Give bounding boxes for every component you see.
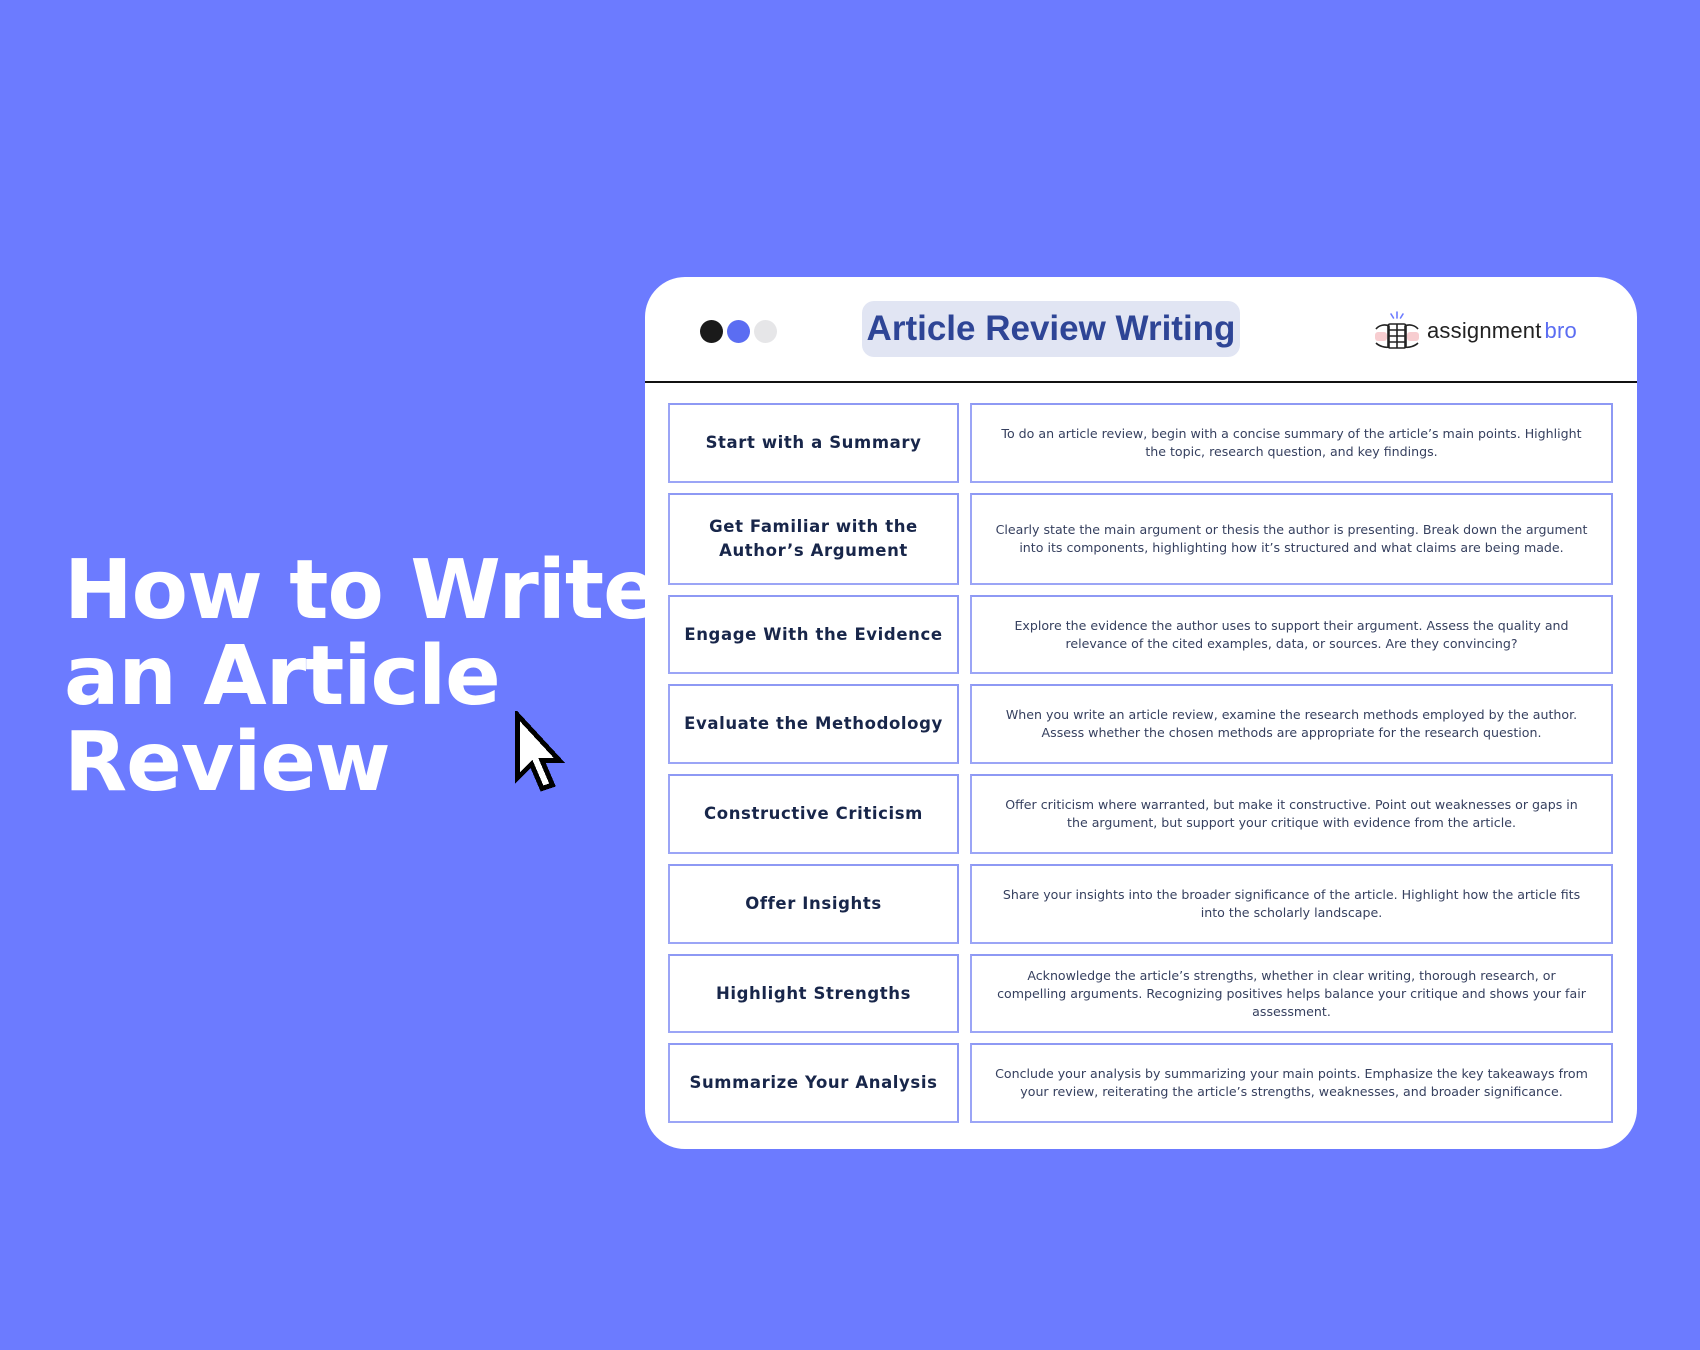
step-row: Get Familiar with the Author’s Argument … [668, 493, 1613, 585]
step-title: Evaluate the Methodology [684, 714, 943, 733]
step-title-cell: Highlight Strengths [668, 954, 959, 1033]
step-description-cell: Conclude your analysis by summarizing yo… [970, 1043, 1613, 1123]
step-title: Start with a Summary [705, 433, 922, 452]
step-description: Conclude your analysis by summarizing yo… [995, 1066, 1588, 1099]
step-title-cell: Engage With the Evidence [668, 595, 959, 674]
step-row: Engage With the Evidence Explore the evi… [668, 595, 1613, 674]
step-description-cell: To do an article review, begin with a co… [970, 403, 1613, 483]
brand-logo: assignment bro [1373, 311, 1577, 351]
step-row: Evaluate the Methodology When you write … [668, 684, 1613, 764]
step-description-cell: Explore the evidence the author uses to … [970, 595, 1613, 674]
step-description-cell: Offer criticism where warranted, but mak… [970, 774, 1613, 854]
fist-bump-icon [1375, 311, 1419, 349]
step-row: Summarize Your Analysis Conclude your an… [668, 1043, 1613, 1123]
window-dot-blue [727, 320, 750, 343]
step-row: Offer Insights Share your insights into … [668, 864, 1613, 944]
window-dot-grey [754, 320, 777, 343]
step-description: When you write an article review, examin… [1005, 707, 1578, 740]
logo-wordmark: assignment bro [1427, 318, 1577, 343]
step-description: Offer criticism where warranted, but mak… [1005, 797, 1578, 830]
step-description-cell: Clearly state the main argument or thesi… [970, 493, 1613, 585]
step-title-cell: Start with a Summary [668, 403, 959, 483]
hero-title: How to Write an Article Review [64, 548, 664, 806]
step-title: Offer Insights [745, 894, 882, 913]
hero-title-line: How to Write [64, 543, 659, 638]
step-description: Acknowledge the article’s strengths, whe… [997, 967, 1586, 1019]
step-title-cell: Offer Insights [668, 864, 959, 944]
card-title: Article Review Writing [862, 301, 1240, 357]
step-description: Explore the evidence the author uses to … [1014, 617, 1569, 651]
step-description: To do an article review, begin with a co… [1001, 426, 1582, 459]
window-dot-black [700, 320, 723, 343]
step-title-cell: Get Familiar with the Author’s Argument [668, 493, 959, 585]
step-title-cell: Summarize Your Analysis [668, 1043, 959, 1123]
step-title: Summarize Your Analysis [689, 1073, 938, 1092]
hero-title-line: Review [64, 715, 391, 810]
step-description-cell: Acknowledge the article’s strengths, whe… [970, 954, 1613, 1033]
step-description-cell: Share your insights into the broader sig… [970, 864, 1613, 944]
article-review-card: Article Review Writing assignment bro St… [645, 277, 1637, 1149]
step-title: Constructive Criticism [704, 804, 923, 823]
window-controls [700, 320, 777, 343]
step-description: Clearly state the main argument or thesi… [995, 522, 1588, 555]
header-divider [645, 381, 1637, 383]
step-title: Get Familiar with the Author’s Argument [709, 517, 918, 560]
step-row: Highlight Strengths Acknowledge the arti… [668, 954, 1613, 1033]
step-title: Highlight Strengths [715, 983, 912, 1003]
mouse-pointer-icon [515, 711, 566, 792]
step-row: Constructive Criticism Offer criticism w… [668, 774, 1613, 854]
step-description: Share your insights into the broader sig… [1002, 887, 1581, 920]
step-title: Engage With the Evidence [684, 624, 943, 644]
step-description-cell: When you write an article review, examin… [970, 684, 1613, 764]
step-title-cell: Constructive Criticism [668, 774, 959, 854]
step-row: Start with a Summary To do an article re… [668, 403, 1613, 483]
hero-title-line: an Article [64, 629, 501, 724]
step-title-cell: Evaluate the Methodology [668, 684, 959, 764]
